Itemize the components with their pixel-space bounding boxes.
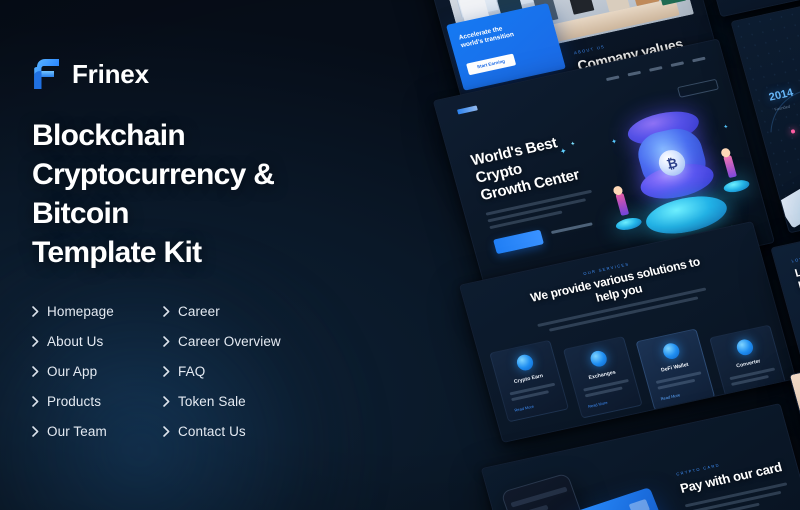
chevron-right-icon — [32, 365, 39, 377]
pay-card-heading: Pay with our card — [678, 459, 784, 496]
hero-discover-link[interactable] — [550, 222, 593, 234]
page-title: Blockchain Cryptocurrency & Bitcoin Temp… — [32, 119, 275, 269]
link-label: Career — [178, 303, 220, 319]
link-products[interactable]: Products — [32, 392, 157, 410]
solution-link-1[interactable]: Read More — [587, 400, 608, 409]
brand-name: Frinex — [72, 59, 149, 89]
solution-card-1[interactable]: Exchanges Read More — [562, 335, 643, 419]
overlay-title: Accelerate the world's transition — [458, 25, 515, 50]
defi-wallet-icon — [661, 341, 682, 361]
brand-lockup: Frinex — [32, 54, 362, 94]
link-career[interactable]: Career — [163, 302, 332, 320]
chevron-right-icon — [163, 365, 170, 377]
link-label: Contact Us — [178, 423, 246, 439]
link-label: Token Sale — [178, 393, 246, 409]
mockup-logo — [457, 105, 479, 115]
link-label: Products — [47, 393, 102, 409]
promo-content: Frinex Blockchain Cryptocurrency & Bitco… — [32, 54, 362, 440]
chevron-right-icon — [32, 395, 39, 407]
hero-landing-heading: World's Best Crypto Growth Center — [469, 134, 582, 205]
link-label: Our Team — [47, 423, 107, 439]
solution-card-2[interactable]: DeFi Wallet Read More — [635, 328, 716, 411]
solution-link-3[interactable]: Read More — [734, 388, 755, 397]
converter-icon — [734, 337, 755, 357]
chevron-right-icon — [32, 305, 39, 317]
chevron-right-icon — [163, 305, 170, 317]
liquidity-eyebrow: Low Fees — [790, 252, 800, 264]
exchanges-icon — [588, 349, 609, 369]
hero-get-started-button[interactable] — [493, 229, 545, 255]
chevron-right-icon — [163, 425, 170, 437]
link-contact-us[interactable]: Contact Us — [163, 422, 332, 440]
link-label: Career Overview — [178, 333, 281, 349]
link-our-team[interactable]: Our Team — [32, 422, 157, 440]
link-label: Homepage — [47, 303, 114, 319]
link-homepage[interactable]: Homepage — [32, 302, 157, 320]
solution-link-0[interactable]: Read More — [514, 404, 535, 413]
solution-card-3[interactable]: Converter Read More — [709, 324, 790, 408]
promo-banner: Accelerate the world's transition Start … — [0, 0, 800, 510]
chevron-right-icon — [163, 395, 170, 407]
link-list: Homepage Career About Us Career Overview… — [32, 302, 332, 440]
crypto-earn-icon — [515, 353, 536, 372]
frinex-f-logo-icon — [32, 58, 61, 91]
link-faq[interactable]: FAQ — [163, 362, 332, 380]
overlay-button[interactable]: Start Earning — [466, 53, 517, 76]
link-token-sale[interactable]: Token Sale — [163, 392, 332, 410]
liquidity-heading: Low fees and deep liquidity — [793, 263, 800, 293]
overlay-button-label: Start Earning — [476, 58, 506, 70]
chevron-right-icon — [32, 335, 39, 347]
link-label: About Us — [47, 333, 104, 349]
link-label: Our App — [47, 363, 98, 379]
link-about-us[interactable]: About Us — [32, 332, 157, 350]
chevron-right-icon — [163, 335, 170, 347]
link-our-app[interactable]: Our App — [32, 362, 157, 380]
link-career-overview[interactable]: Career Overview — [163, 332, 332, 350]
solution-link-2[interactable]: Read More — [660, 392, 681, 401]
link-label: FAQ — [178, 363, 206, 379]
solution-card-0[interactable]: Crypto Earn Read More — [489, 339, 570, 423]
mockup-collage: Accelerate the world's transition Start … — [286, 0, 800, 510]
chevron-right-icon — [32, 425, 39, 437]
